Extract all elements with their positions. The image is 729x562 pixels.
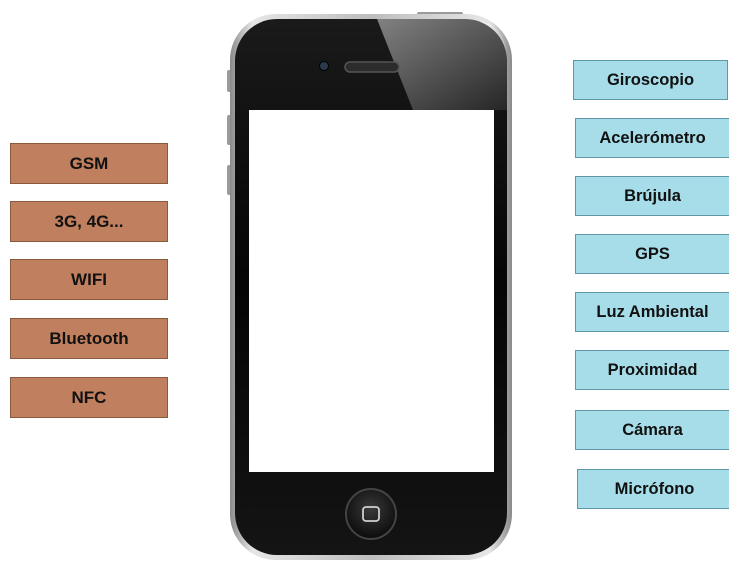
sensor-microfono-box: Micrófono <box>577 469 729 509</box>
connectivity-3g4g-box: 3G, 4G... <box>10 201 168 242</box>
sensor-acelerometro-box: Acelerómetro <box>575 118 729 158</box>
connectivity-nfc-box: NFC <box>10 377 168 418</box>
sensor-camara-box: Cámara <box>575 410 729 450</box>
connectivity-gsm-box: GSM <box>10 143 168 184</box>
sensor-luz-ambiental-box: Luz Ambiental <box>575 292 729 332</box>
sensor-giroscopio-box: Giroscopio <box>573 60 728 100</box>
sensor-gps-box: GPS <box>575 234 729 274</box>
home-button-icon <box>345 488 397 540</box>
sensor-brujula-box: Brújula <box>575 176 729 216</box>
connectivity-bluetooth-box: Bluetooth <box>10 318 168 359</box>
sensor-proximidad-box: Proximidad <box>575 350 729 390</box>
connectivity-wifi-box: WIFI <box>10 259 168 300</box>
phone-screen <box>249 110 494 472</box>
smartphone-illustration <box>227 12 512 560</box>
speaker-grille-icon <box>344 61 400 73</box>
front-camera-icon <box>319 61 329 71</box>
